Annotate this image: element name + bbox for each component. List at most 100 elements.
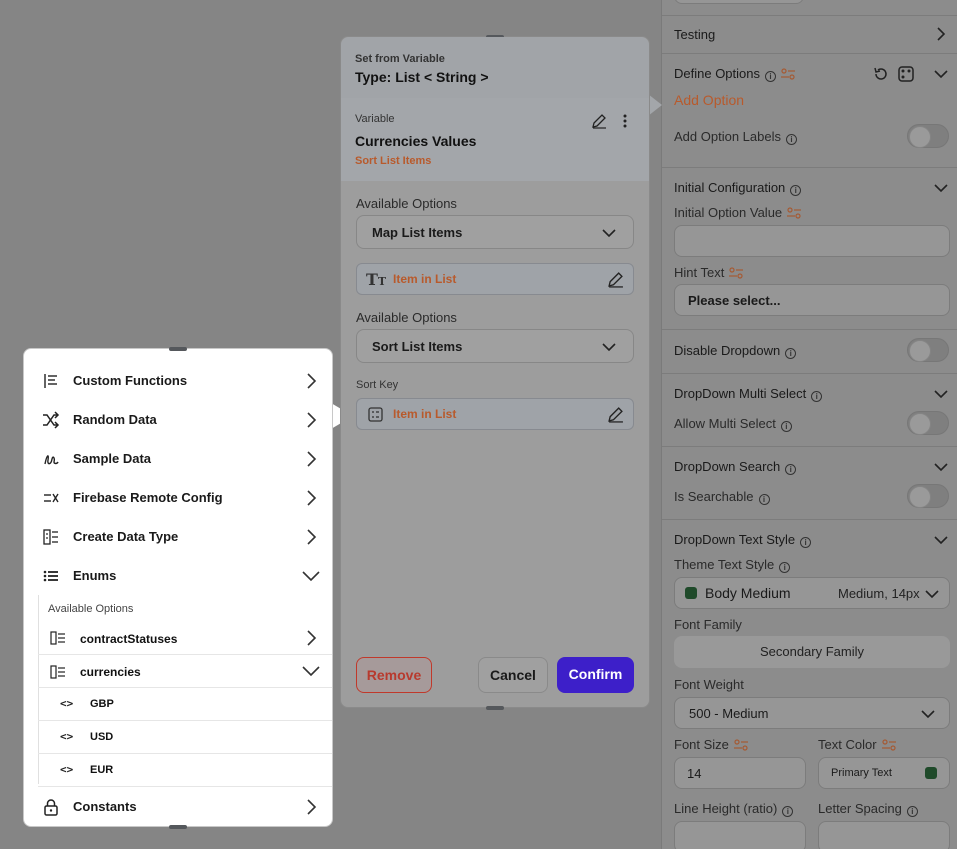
chevron-right-icon <box>307 630 317 646</box>
chevron-right-icon <box>307 490 317 506</box>
set-from-variable-dialog: Set from Variable Type: List < String > … <box>340 35 650 710</box>
letter-spacing-label: Letter Spacing i <box>818 801 918 817</box>
variable-card[interactable]: Variable Currencies Values Sort List Ite… <box>341 98 649 181</box>
line-height-input[interactable] <box>674 821 806 849</box>
text-color-swatch <box>925 767 937 779</box>
style-color-swatch <box>685 587 697 599</box>
add-option-labels-label: Add Option Labels i <box>674 129 797 145</box>
menu-item-custom-functions[interactable]: Custom Functions <box>24 361 332 400</box>
chevron-down-icon[interactable] <box>934 533 948 547</box>
info-icon: i <box>780 421 792 432</box>
chevron-down-icon[interactable] <box>934 67 948 81</box>
options-source-icon[interactable] <box>898 66 914 82</box>
chevron-down-icon <box>602 229 616 238</box>
sort-list-items-dropdown[interactable]: Sort List Items <box>356 329 634 363</box>
data-type-icon <box>43 529 58 545</box>
more-vertical-icon[interactable] <box>622 113 628 129</box>
enum-item-currencies[interactable]: currencies <box>38 655 332 688</box>
lock-icon <box>44 799 58 816</box>
menu-item-create-data-type[interactable]: Create Data Type <box>24 517 332 556</box>
text-color-label: Text Color <box>818 737 896 752</box>
testing-section-title[interactable]: Testing <box>674 27 715 42</box>
sort-key-value: Item in List <box>393 407 457 421</box>
allow-multi-select-toggle[interactable] <box>907 411 949 435</box>
disable-dropdown-toggle[interactable] <box>907 338 949 362</box>
letter-spacing-input[interactable] <box>818 821 950 849</box>
variable-icon <box>729 267 744 279</box>
multi-select-title: DropDown Multi Select i <box>674 386 823 402</box>
shuffle-icon <box>43 411 60 429</box>
font-weight-select[interactable]: 500 - Medium <box>674 697 950 729</box>
font-size-input[interactable]: 14 <box>674 757 806 789</box>
info-icon: i <box>765 71 776 82</box>
menu-item-firebase-remote-config[interactable]: Firebase Remote Config <box>24 478 332 517</box>
theme-text-style-value: Body Medium <box>705 585 791 601</box>
theme-text-style-select[interactable]: Body Medium Medium, 14px <box>674 577 950 609</box>
add-option-labels-toggle[interactable] <box>907 124 949 148</box>
font-family-button[interactable]: Secondary Family <box>674 636 950 668</box>
variable-action: Sort List Items <box>355 155 432 167</box>
variable-icon <box>733 739 748 751</box>
menu-item-label: Firebase Remote Config <box>73 490 223 505</box>
font-weight-value: 500 - Medium <box>689 706 769 721</box>
map-list-items-dropdown[interactable]: Map List Items <box>356 215 634 249</box>
enum-value-usd[interactable]: <> USD <box>38 721 332 754</box>
drag-handle[interactable] <box>486 706 504 710</box>
drag-handle[interactable] <box>169 347 187 351</box>
enum-label: contractStatuses <box>80 632 178 646</box>
is-searchable-label: Is Searchable i <box>674 489 770 505</box>
edit-icon[interactable] <box>591 113 607 129</box>
info-icon: i <box>800 537 812 548</box>
initial-option-value-input[interactable] <box>674 225 950 257</box>
data-type-icon <box>368 407 383 422</box>
item-in-list-field[interactable]: TT Item in List <box>356 263 634 295</box>
chevron-right-icon <box>307 451 317 467</box>
sample-data-icon <box>44 455 59 465</box>
pointer-arrow <box>648 94 662 116</box>
is-searchable-toggle[interactable] <box>907 484 949 508</box>
code-icon: <> <box>60 697 74 710</box>
confirm-button[interactable]: Confirm <box>557 657 634 693</box>
menu-item-sample-data[interactable]: Sample Data <box>24 439 332 478</box>
text-style-title: DropDown Text Style i <box>674 532 812 548</box>
font-size-value: 14 <box>687 766 702 781</box>
menu-item-enums[interactable]: Enums <box>24 556 332 595</box>
dialog-type: Type: List < String > <box>355 69 489 85</box>
sort-key-field[interactable]: Item in List <box>356 398 634 430</box>
dialog-header-label: Set from Variable <box>355 53 445 65</box>
chevron-down-icon[interactable] <box>934 181 948 195</box>
menu-item-constants[interactable]: Constants <box>24 787 332 826</box>
disable-dropdown-label: Disable Dropdown i <box>674 343 797 359</box>
text-color-value: Primary Text <box>831 767 892 779</box>
enums-available-options-label: Available Options <box>48 603 134 615</box>
chevron-down-icon[interactable] <box>934 460 948 474</box>
variable-name: Currencies Values <box>355 133 477 149</box>
menu-item-random-data[interactable]: Random Data <box>24 400 332 439</box>
remove-button[interactable]: Remove <box>356 657 432 693</box>
info-icon: i <box>906 806 918 817</box>
hint-text-label: Hint Text <box>674 265 744 280</box>
remote-config-icon <box>44 493 59 503</box>
menu-item-label: Constants <box>73 799 137 814</box>
chevron-right-icon <box>307 373 317 389</box>
hint-text-value: Please select... <box>688 293 781 308</box>
reset-icon[interactable] <box>873 66 889 82</box>
top-partial-input[interactable] <box>674 0 804 4</box>
chevron-down-icon[interactable] <box>934 387 948 401</box>
enum-value-gbp[interactable]: <> GBP <box>38 688 332 721</box>
item-in-list-value: Item in List <box>393 272 457 286</box>
add-option-link[interactable]: Add Option <box>674 92 744 108</box>
drag-handle[interactable] <box>169 825 187 829</box>
code-icon: <> <box>60 730 74 743</box>
text-color-picker[interactable]: Primary Text <box>818 757 950 789</box>
edit-icon[interactable] <box>607 406 624 423</box>
cancel-button[interactable]: Cancel <box>478 657 548 693</box>
enum-item-contract-statuses[interactable]: contractStatuses <box>38 621 332 655</box>
divider <box>662 373 957 374</box>
enum-value-eur[interactable]: <> EUR <box>38 754 332 787</box>
info-icon: i <box>811 391 823 402</box>
hint-text-input[interactable]: Please select... <box>674 284 950 316</box>
chevron-right-icon[interactable] <box>934 27 948 41</box>
enum-label: currencies <box>80 665 141 679</box>
edit-icon[interactable] <box>607 271 624 288</box>
